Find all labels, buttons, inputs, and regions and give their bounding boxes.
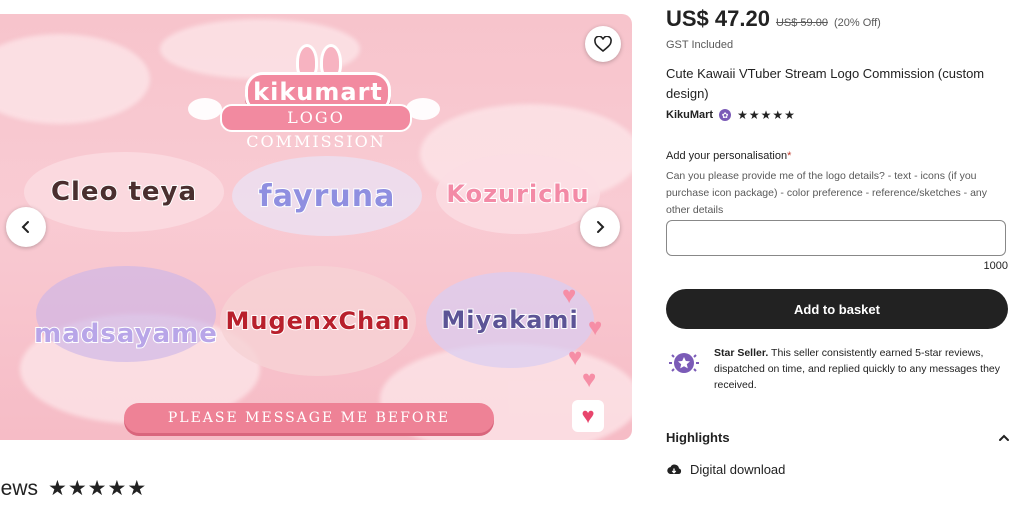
personalisation-hint: Can you please provide me of the logo de… xyxy=(666,170,987,216)
reviews-stars: ★★★★★ xyxy=(48,477,148,500)
digital-download-label: Digital download xyxy=(690,462,786,477)
message-banner: PLEASE MESSAGE ME BEFORE ORDERING xyxy=(124,403,494,433)
wing-left-decoration xyxy=(188,98,222,120)
character-count: 1000 xyxy=(983,260,1008,272)
chevron-left-icon xyxy=(21,221,29,233)
gallery-next-button[interactable] xyxy=(580,207,620,247)
cloud-download-icon xyxy=(667,464,682,474)
price-row: US$ 47.20 US$ 59.00 (20% Off) xyxy=(666,6,881,32)
star-seller-info: Star Seller. This seller consistently ea… xyxy=(666,345,1010,393)
heart-icon: ♥ xyxy=(572,400,604,432)
reviews-header: iews ★★★★★ xyxy=(0,476,147,501)
product-image-gallery[interactable]: kikumart LOGO COMMISSION Cleo teya fayru… xyxy=(0,14,632,440)
highlight-digital-download: Digital download xyxy=(666,462,785,477)
cloud-decoration xyxy=(0,34,150,124)
price: US$ 47.20 xyxy=(666,6,770,31)
gallery-prev-button[interactable] xyxy=(6,207,46,247)
star-seller-icon xyxy=(666,345,702,381)
sample-logo-5: MugenxChan xyxy=(220,266,416,376)
sample-logo-3: Kozurichu xyxy=(436,154,600,234)
sample-logo-4: madsayame xyxy=(33,266,218,362)
shop-name-link[interactable]: KikuMart xyxy=(666,109,713,121)
add-to-basket-button[interactable]: Add to basket xyxy=(666,289,1008,329)
tax-note: GST Included xyxy=(666,39,734,51)
shop-rating-stars[interactable]: ★★★★★ xyxy=(737,108,796,122)
discount-label: (20% Off) xyxy=(833,17,881,29)
star-seller-badge-icon: ✿ xyxy=(719,109,732,121)
star-seller-text: Star Seller. This seller consistently ea… xyxy=(714,347,1000,391)
personalisation-textarea[interactable] xyxy=(666,220,1006,256)
highlights-heading: Highlights xyxy=(666,430,730,445)
original-price: US$ 59.00 xyxy=(775,17,828,29)
favorite-button[interactable] xyxy=(585,26,621,62)
heart-outline-icon xyxy=(594,36,612,52)
shop-info: KikuMart ✿ ★★★★★ xyxy=(666,108,796,122)
sample-logo-1: Cleo teya xyxy=(24,152,224,232)
sample-logo-2: fayruna xyxy=(232,156,422,236)
required-mark: * xyxy=(787,150,792,162)
chevron-up-icon xyxy=(999,434,1009,441)
highlights-toggle[interactable]: Highlights xyxy=(666,430,1010,445)
chevron-right-icon xyxy=(597,221,605,233)
reviews-label: iews xyxy=(0,476,39,500)
logo-commission-ribbon: LOGO COMMISSION xyxy=(220,104,412,151)
product-title: Cute Kawaii VTuber Stream Logo Commissio… xyxy=(666,66,985,101)
personalisation-label: Add your personalisation* xyxy=(666,150,792,162)
next-section-heading-cut xyxy=(666,504,726,516)
